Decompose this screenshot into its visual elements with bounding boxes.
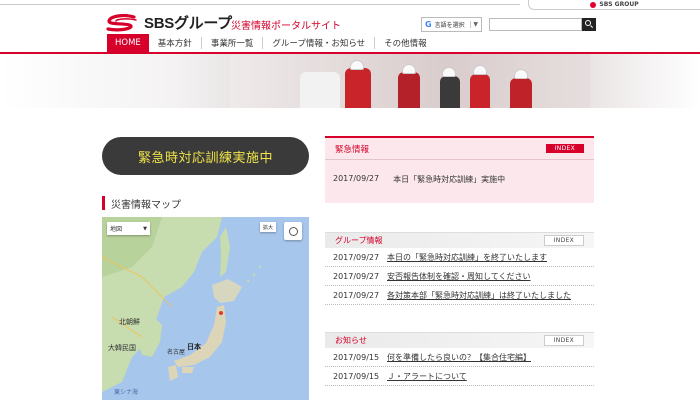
emergency-index-button[interactable]: INDEX	[545, 144, 584, 153]
news-link[interactable]: Ｊ・アラートについて	[387, 371, 467, 382]
news-link[interactable]: 安否報告体制を確認・周知してください	[387, 271, 531, 282]
top-strip: SBS GROUP	[0, 0, 700, 10]
map-type-label: 地図	[110, 226, 123, 233]
map-label-east-china-sea: 東シナ海	[114, 389, 139, 396]
hero-image	[0, 54, 700, 108]
honshu-shape	[174, 305, 226, 367]
search-button[interactable]	[582, 18, 596, 31]
drill-banner-button[interactable]: 緊急時対応訓練実施中	[102, 137, 309, 175]
top-divider	[0, 4, 520, 5]
disaster-map[interactable]: 地図 ▼ 拡大 北朝鮮 大韓民国 日本 名古屋 東シナ海	[102, 217, 309, 400]
emergency-item[interactable]: 2017/09/27 本日「緊急時対応訓練」実施中	[325, 160, 594, 185]
map-label-nagoya: 名古屋	[167, 349, 186, 356]
emergency-item-date: 2017/09/27	[333, 174, 380, 183]
map-label-japan: 日本	[187, 343, 201, 351]
list-item: 2017/09/27 安否報告体制を確認・周知してください	[325, 267, 594, 286]
logo-text: SBSグループ	[144, 15, 232, 32]
chevron-down-icon: ▼	[143, 225, 147, 232]
notices-title: お知らせ	[335, 336, 367, 345]
notices-index-button[interactable]: INDEX	[543, 335, 584, 346]
emergency-panel: 緊急情報 INDEX 2017/09/27 本日「緊急時対応訓練」実施中	[325, 136, 594, 203]
language-select[interactable]: G 言語を選択 ▼	[421, 17, 482, 32]
group-tag-label: SBS GROUP	[599, 1, 639, 8]
site-title: 災害情報ポータルサイト	[231, 21, 341, 32]
news-link[interactable]: 各対策本部「緊急時対応訓練」は終了いたしました	[387, 290, 571, 301]
sbs-logo-icon	[106, 13, 137, 31]
list-item: 2017/09/27 各対策本部「緊急時対応訓練」は終了いたしました	[325, 286, 594, 305]
map-label-south-korea: 大韓民国	[108, 344, 136, 352]
sakhalin-shape	[220, 227, 230, 277]
list-item: 2017/09/15 何を準備したら良いの？【集合住宅編】	[325, 348, 594, 367]
main-nav: HOME 基本方針 事業所一覧 グループ情報・お知らせ その他情報	[0, 34, 700, 54]
locate-icon	[288, 226, 298, 236]
site-logo[interactable]: SBSグループ	[104, 12, 232, 33]
chevron-down-icon: ▼	[470, 21, 478, 28]
nav-basic-policy[interactable]: 基本方針	[149, 37, 202, 49]
news-link[interactable]: 何を準備したら良いの？【集合住宅編】	[387, 352, 531, 363]
group-logo-icon	[590, 1, 597, 8]
nav-other-info[interactable]: その他情報	[375, 37, 436, 49]
language-select-label: 言語を選択	[434, 22, 465, 29]
group-tag[interactable]: SBS GROUP	[528, 0, 700, 10]
hokkaido-shape	[212, 279, 242, 303]
map-type-select[interactable]: 地図 ▼	[107, 222, 150, 235]
emergency-title: 緊急情報	[335, 144, 370, 155]
list-item: 2017/09/27 本日の「緊急時対応訓練」を終了いたします	[325, 248, 594, 267]
header: SBSグループ 災害情報ポータルサイト G 言語を選択 ▼	[0, 10, 700, 36]
news-link[interactable]: 本日の「緊急時対応訓練」を終了いたします	[387, 252, 547, 263]
map-canvas	[102, 217, 262, 392]
map-fullscreen-button[interactable]: 拡大	[260, 222, 276, 232]
group-info-index-button[interactable]: INDEX	[543, 235, 584, 246]
nav-offices[interactable]: 事業所一覧	[202, 37, 264, 49]
group-info-panel: グループ情報 INDEX 2017/09/27 本日の「緊急時対応訓練」を終了い…	[325, 232, 594, 305]
map-location-button[interactable]	[284, 222, 302, 240]
emergency-item-text: 本日「緊急時対応訓練」実施中	[393, 175, 506, 184]
map-label-north-korea: 北朝鮮	[119, 318, 140, 326]
nav-group-info[interactable]: グループ情報・お知らせ	[263, 37, 376, 49]
notices-panel: お知らせ INDEX 2017/09/15 何を準備したら良いの？【集合住宅編】…	[325, 332, 594, 386]
search-input[interactable]	[489, 18, 582, 31]
group-info-title: グループ情報	[335, 236, 383, 245]
list-item: 2017/09/15 Ｊ・アラートについて	[325, 367, 594, 386]
nav-home[interactable]: HOME	[107, 34, 149, 52]
google-icon: G	[425, 20, 432, 29]
map-title: 災害情報マップ	[102, 196, 181, 211]
